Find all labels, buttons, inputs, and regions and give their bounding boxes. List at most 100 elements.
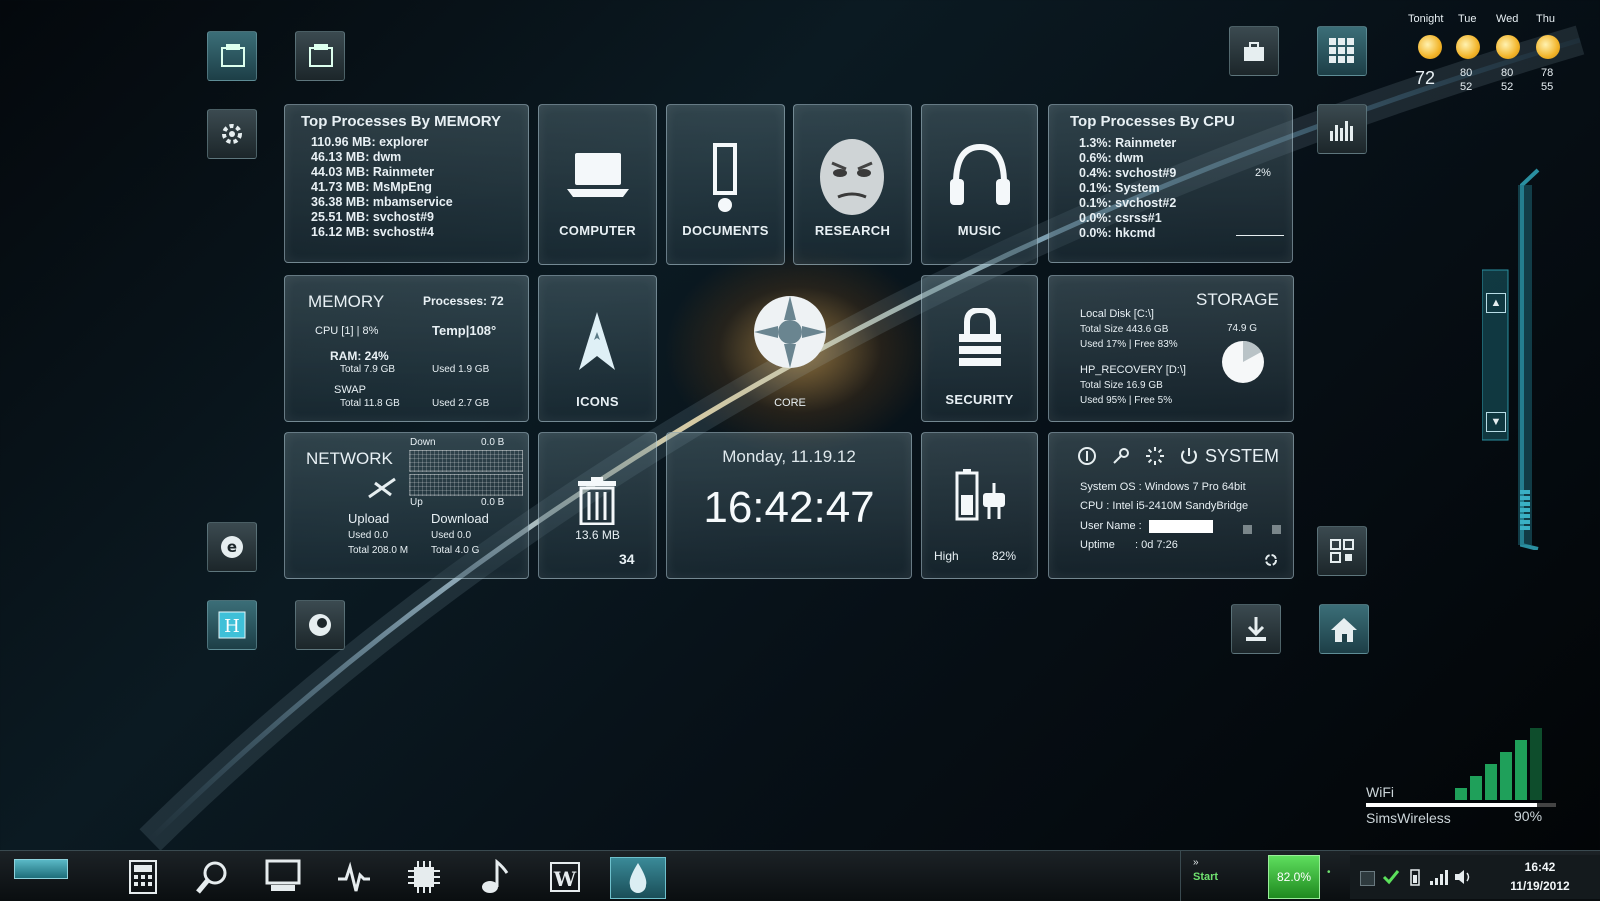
svg-text:e: e bbox=[227, 538, 237, 556]
word-icon[interactable]: W bbox=[543, 857, 587, 897]
power-icon[interactable] bbox=[1179, 446, 1199, 466]
wifi-bar bbox=[1455, 788, 1467, 800]
music-note-icon[interactable] bbox=[473, 857, 517, 897]
power-tile[interactable]: High 82% bbox=[921, 432, 1038, 579]
info-icon[interactable] bbox=[1077, 446, 1097, 466]
volume-slider[interactable]: ▲ ▼ bbox=[1481, 165, 1550, 551]
uptime-value: : 0d 7:26 bbox=[1135, 539, 1178, 551]
ram-usage: RAM: 24% bbox=[330, 349, 389, 363]
wifi-strength-fill bbox=[1366, 803, 1537, 807]
uptime-label: Uptime bbox=[1080, 539, 1115, 551]
download-icon[interactable] bbox=[1231, 604, 1281, 654]
volume-down-icon[interactable]: ▼ bbox=[1486, 412, 1506, 432]
exclamation-icon bbox=[713, 143, 737, 212]
refresh-icon[interactable] bbox=[1264, 553, 1278, 567]
internet-explorer-icon[interactable]: e bbox=[207, 522, 257, 572]
battery-tray-icon[interactable] bbox=[1408, 867, 1422, 887]
volume-up-icon[interactable]: ▲ bbox=[1486, 293, 1506, 313]
remote-desktop-icon[interactable] bbox=[261, 857, 305, 897]
download-total: Total 4.0 G bbox=[431, 545, 480, 556]
process-row: 16.12 MB: svchost#4 bbox=[311, 225, 434, 239]
music-tile[interactable]: MUSIC bbox=[921, 104, 1038, 265]
tray-date[interactable]: 11/19/2012 bbox=[1495, 879, 1585, 893]
system-panel: SYSTEM System OS : Windows 7 Pro 64bit C… bbox=[1048, 432, 1294, 579]
cpu-temp: Temp|108° bbox=[432, 323, 497, 338]
recycle-bin-tile[interactable]: 13.6 MB 34 bbox=[538, 432, 657, 579]
weather-high: 78 bbox=[1541, 67, 1554, 79]
network-panel: NETWORK Down 0.0 B Up 0.0 B Upload Downl… bbox=[284, 432, 529, 579]
start-label[interactable]: Start bbox=[1193, 871, 1218, 883]
panel-title: Top Processes By CPU bbox=[1070, 113, 1235, 130]
tray-time[interactable]: 16:42 bbox=[1495, 860, 1585, 874]
download-label: Download bbox=[431, 511, 489, 526]
firefox-icon[interactable] bbox=[295, 600, 345, 650]
volume-tray-icon[interactable] bbox=[1453, 867, 1473, 887]
qr-code-icon[interactable] bbox=[1317, 526, 1367, 576]
process-row: 0.1%: System bbox=[1079, 181, 1160, 195]
computer-tile[interactable]: COMPUTER bbox=[538, 104, 657, 265]
folder-icon-button[interactable] bbox=[295, 31, 345, 81]
research-tile[interactable]: RESEARCH bbox=[793, 104, 912, 265]
battery-percent: 82% bbox=[992, 549, 1017, 563]
loading-icon[interactable] bbox=[1145, 446, 1165, 466]
memory-panel: MEMORY Processes: 72 CPU [1] | 8% Temp|1… bbox=[284, 275, 529, 422]
cpu-usage: CPU [1] | 8% bbox=[315, 325, 379, 337]
recycle-count: 34 bbox=[619, 551, 635, 567]
swap-used: Used 2.7 GB bbox=[432, 398, 490, 409]
power-mode: High bbox=[934, 549, 959, 563]
briefcase-icon[interactable] bbox=[1229, 26, 1279, 76]
laptop-icon bbox=[567, 153, 629, 197]
disk-free-value: 74.9 G bbox=[1227, 323, 1258, 334]
cpu-chip-icon[interactable] bbox=[402, 857, 446, 897]
process-row: 0.1%: svchost#2 bbox=[1079, 196, 1177, 210]
chevron-right-icon[interactable]: » bbox=[1193, 857, 1199, 868]
cpu-graph-line bbox=[1236, 235, 1284, 236]
process-row: 1.3%: Rainmeter bbox=[1079, 136, 1177, 150]
rainmeter-icon[interactable] bbox=[610, 857, 666, 899]
disk-size: Total Size 16.9 GB bbox=[1080, 380, 1163, 391]
wifi-bar bbox=[1530, 728, 1542, 800]
user-name-label: User Name : bbox=[1080, 520, 1142, 532]
weather-high: 80 bbox=[1501, 67, 1514, 79]
upload-label: Upload bbox=[348, 511, 390, 526]
action-center-icon[interactable] bbox=[1381, 867, 1401, 887]
show-desktop-button[interactable] bbox=[14, 859, 68, 879]
wifi-signal-icon bbox=[1455, 728, 1542, 800]
battery-plug-icon bbox=[955, 469, 1005, 521]
face-icon bbox=[820, 139, 884, 215]
tray-app-icon[interactable] bbox=[1360, 871, 1375, 886]
system-os: System OS : Windows 7 Pro 64bit bbox=[1080, 481, 1246, 493]
drive-icon-button[interactable] bbox=[207, 31, 257, 81]
disk-size: Total Size 443.6 GB bbox=[1080, 324, 1169, 335]
documents-tile[interactable]: DOCUMENTS bbox=[666, 104, 785, 265]
search-icon[interactable] bbox=[191, 857, 235, 897]
calculator-icon[interactable] bbox=[121, 857, 165, 897]
network-tray-icon[interactable] bbox=[1428, 867, 1448, 887]
equalizer-icon[interactable] bbox=[1317, 104, 1367, 154]
icons-tile[interactable]: ICONS bbox=[538, 275, 657, 422]
weather-low: 52 bbox=[1501, 81, 1514, 93]
tile-label: SECURITY bbox=[945, 392, 1014, 407]
wifi-label: WiFi bbox=[1366, 784, 1394, 800]
network-title: NETWORK bbox=[306, 449, 393, 468]
wifi-strength-track bbox=[1366, 803, 1556, 807]
core-button[interactable]: CORE bbox=[750, 292, 830, 412]
home-icon[interactable] bbox=[1319, 604, 1369, 654]
disconnected-icon bbox=[368, 477, 396, 499]
key-icon[interactable] bbox=[1111, 446, 1131, 466]
up-label: Up bbox=[410, 497, 423, 508]
dot-indicator: • bbox=[1327, 867, 1331, 878]
battery-meter[interactable]: 82.0% bbox=[1268, 855, 1320, 899]
security-tile[interactable]: SECURITY bbox=[921, 275, 1038, 422]
weather-day-label: Wed bbox=[1496, 13, 1519, 25]
process-row: 25.51 MB: svchost#9 bbox=[311, 210, 434, 224]
system-title: SYSTEM bbox=[1205, 446, 1280, 466]
tile-label: COMPUTER bbox=[559, 223, 636, 238]
clock-panel: Monday, 11.19.12 16:42:47 bbox=[666, 432, 912, 579]
h-app-icon[interactable]: H bbox=[207, 600, 257, 650]
gear-icon[interactable] bbox=[207, 109, 257, 159]
activity-pulse-icon[interactable] bbox=[332, 857, 376, 897]
wifi-ssid: SimsWireless bbox=[1366, 810, 1451, 826]
grid-apps-icon[interactable] bbox=[1317, 26, 1367, 76]
weather-day-label: Tue bbox=[1458, 13, 1477, 25]
